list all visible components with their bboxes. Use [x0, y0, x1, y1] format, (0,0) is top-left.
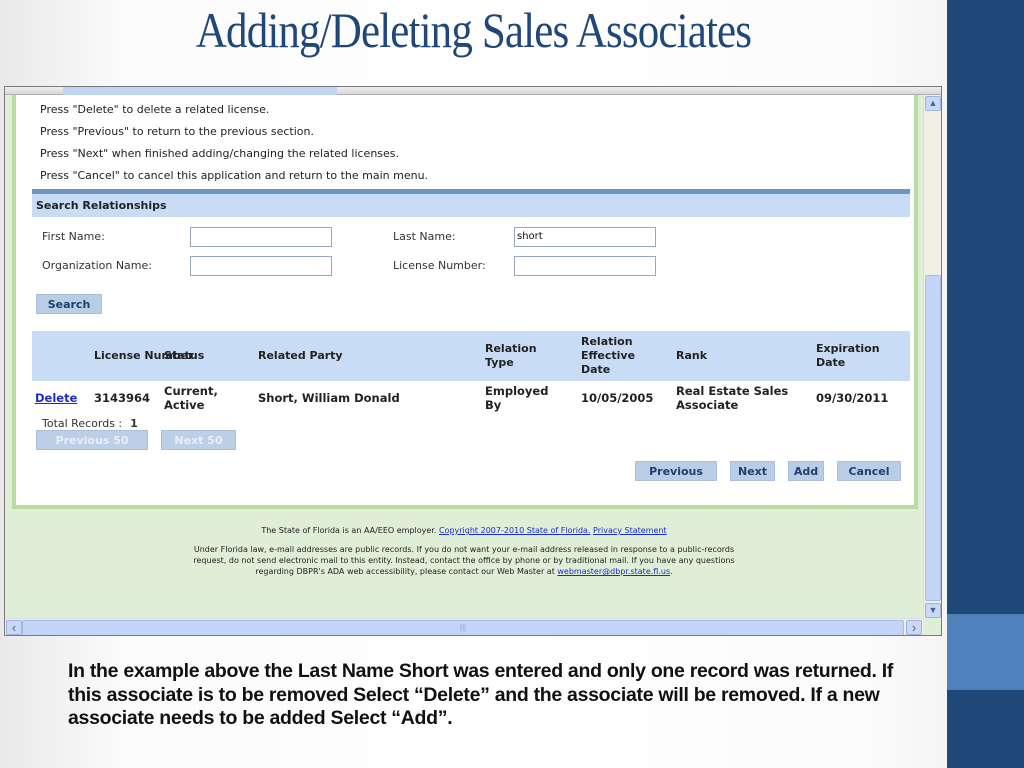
delete-link[interactable]: Delete [35, 381, 77, 415]
last-name-label: Last Name: [393, 230, 456, 243]
scroll-left-icon[interactable]: ‹ [6, 620, 22, 635]
license-number-input[interactable] [514, 256, 656, 276]
organization-name-input[interactable] [190, 256, 332, 276]
sidebar-accent [947, 614, 1024, 690]
cell-license-number: 3143964 [94, 391, 151, 405]
header-rank: Rank [676, 349, 708, 362]
slide-sidebar [947, 0, 1024, 768]
first-name-input[interactable] [190, 227, 332, 247]
next-button[interactable]: Next [730, 461, 775, 481]
privacy-statement-link[interactable]: Privacy Statement [593, 526, 667, 535]
scroll-down-icon[interactable]: ▼ [925, 603, 941, 618]
search-relationships-heading: Search Relationships [32, 189, 910, 217]
cell-relation-type: Employed By [485, 384, 549, 412]
results-table-header: License Number Status Related Party Rela… [32, 331, 910, 381]
license-number-label: License Number: [393, 259, 486, 272]
search-button[interactable]: Search [36, 294, 102, 314]
instruction-cancel: Press "Cancel" to cancel this applicatio… [40, 169, 429, 182]
instruction-next: Press "Next" when finished adding/changi… [40, 147, 400, 160]
total-records: Total Records : 1 [42, 417, 138, 430]
total-records-value: 1 [130, 417, 138, 430]
scroll-right-icon[interactable]: › [906, 620, 922, 635]
header-status: Status [164, 349, 205, 362]
browser-tab[interactable] [63, 87, 337, 95]
last-name-input[interactable]: short [514, 227, 656, 247]
footer-period: . [670, 567, 673, 576]
total-records-label: Total Records : [42, 417, 123, 430]
footer-notice: Under Florida law, e-mail addresses are … [184, 544, 744, 577]
vertical-scrollbar[interactable]: ▲ ▼ [923, 95, 941, 618]
vertical-scroll-thumb[interactable] [925, 275, 941, 601]
grip-icon: ||| [459, 623, 467, 632]
cell-status: Current, Active [164, 384, 218, 412]
footer-eeo-text: The State of Florida is an AA/EEO employ… [261, 526, 437, 535]
header-expiration-date: Expiration Date [816, 342, 880, 369]
instruction-delete: Press "Delete" to delete a related licen… [40, 103, 270, 116]
header-related-party: Related Party [258, 349, 343, 362]
cell-expiration-date: 09/30/2011 [816, 391, 889, 405]
slide-title: Adding/Deleting Sales Associates [195, 2, 752, 58]
cell-effective-date: 10/05/2005 [581, 391, 654, 405]
web-page: Press "Delete" to delete a related licen… [5, 95, 923, 617]
cell-related-party: Short, William Donald [258, 391, 400, 405]
footer-line1: The State of Florida is an AA/EEO employ… [5, 525, 923, 536]
header-relation-type: Relation Type [485, 342, 537, 369]
horizontal-scroll-thumb[interactable]: ||| [22, 620, 904, 635]
previous-button[interactable]: Previous [635, 461, 717, 481]
previous-50-button[interactable]: Previous 50 [36, 430, 148, 450]
copyright-link[interactable]: Copyright 2007-2010 State of Florida. [439, 526, 591, 535]
scroll-up-icon[interactable]: ▲ [925, 96, 941, 111]
slide-caption: In the example above the Last Name Short… [68, 660, 894, 729]
horizontal-scrollbar[interactable]: ‹ ||| › [5, 618, 923, 635]
first-name-label: First Name: [42, 230, 105, 243]
cell-rank: Real Estate Sales Associate [676, 384, 789, 412]
next-50-button[interactable]: Next 50 [161, 430, 236, 450]
form-panel: Press "Delete" to delete a related licen… [12, 95, 918, 509]
add-button[interactable]: Add [788, 461, 824, 481]
cancel-button[interactable]: Cancel [837, 461, 901, 481]
instruction-previous: Press "Previous" to return to the previo… [40, 125, 314, 138]
browser-screenshot: Press "Delete" to delete a related licen… [4, 86, 942, 636]
page-footer: The State of Florida is an AA/EEO employ… [5, 525, 923, 577]
table-row: Delete 3143964 Current, Active Short, Wi… [32, 381, 910, 415]
organization-name-label: Organization Name: [42, 259, 152, 272]
browser-tabstrip [5, 87, 941, 95]
webmaster-email-link[interactable]: webmaster@dbpr.state.fl.us [557, 567, 670, 576]
header-relation-effective-date: Relation Effective Date [581, 335, 636, 376]
